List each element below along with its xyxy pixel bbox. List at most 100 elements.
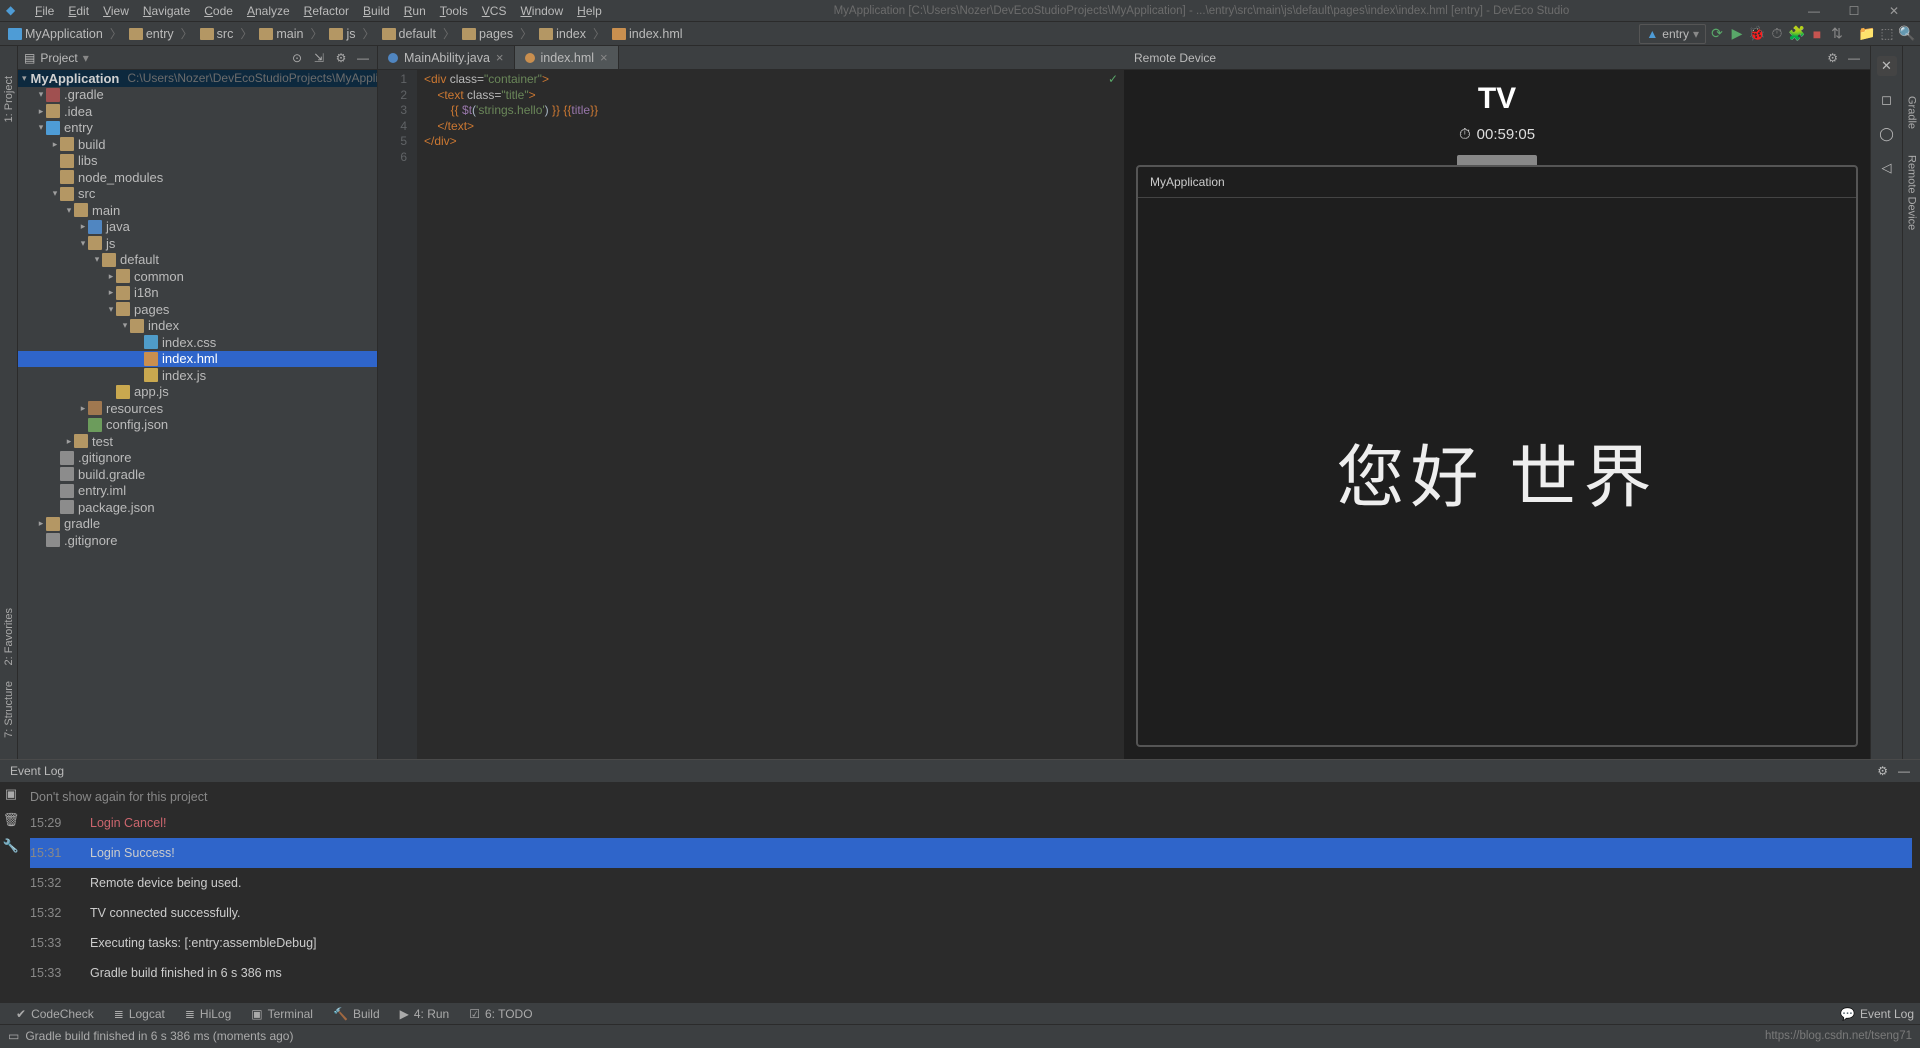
preview-gear-icon[interactable]: ⚙	[1827, 51, 1838, 65]
structure-tool-tab[interactable]: 7: Structure	[3, 673, 15, 746]
menu-window[interactable]: Window	[513, 0, 570, 22]
search-icon[interactable]: 🔍	[1898, 25, 1916, 43]
bottom-tab-6-todo[interactable]: ☑6: TODO	[459, 1007, 542, 1021]
event-log-gear-icon[interactable]: ⚙	[1877, 764, 1888, 778]
menu-analyze[interactable]: Analyze	[240, 0, 297, 22]
tree-node[interactable]: node_modules	[18, 169, 377, 186]
event-log-row[interactable]: 15:31Login Success!	[30, 838, 1912, 868]
tree-node[interactable]: ▾main	[18, 202, 377, 219]
attach-icon[interactable]: 🧩	[1788, 25, 1806, 43]
tree-node[interactable]: entry.iml	[18, 483, 377, 500]
event-log-filter-icon[interactable]: ▣	[5, 786, 17, 802]
run-icon[interactable]: ▶	[1728, 25, 1746, 43]
event-log-tab[interactable]: 💬 Event Log	[1840, 1007, 1914, 1021]
tree-node[interactable]: .gitignore	[18, 450, 377, 467]
event-log-list[interactable]: Don't show again for this project 15:29L…	[22, 782, 1920, 1002]
tree-node[interactable]: libs	[18, 153, 377, 170]
tree-node[interactable]: ▾entry	[18, 120, 377, 137]
event-log-wrench-icon[interactable]: 🔧	[3, 838, 19, 854]
breadcrumb-item[interactable]: entry	[125, 27, 178, 41]
breadcrumb-item[interactable]: MyApplication	[4, 27, 107, 41]
tree-node[interactable]: ▸common	[18, 268, 377, 285]
breadcrumb-item[interactable]: js	[325, 27, 359, 41]
event-log-hide-icon[interactable]: —	[1898, 764, 1910, 778]
menu-file[interactable]: File	[28, 0, 61, 22]
breadcrumb-item[interactable]: main	[255, 27, 307, 41]
gear-icon[interactable]: ⚙	[333, 50, 349, 66]
breadcrumb-item[interactable]: pages	[458, 27, 517, 41]
minimize-button[interactable]: —	[1794, 0, 1834, 22]
tree-node[interactable]: ▸test	[18, 433, 377, 450]
device-circle-icon[interactable]: ◯	[1877, 124, 1897, 144]
project-view-label[interactable]: Project	[40, 51, 77, 65]
tab-close-icon[interactable]: ×	[600, 50, 608, 65]
device-square-icon[interactable]: ◻	[1877, 90, 1897, 110]
breadcrumb-item[interactable]: index	[535, 27, 590, 41]
favorites-tool-tab[interactable]: 2: Favorites	[3, 600, 15, 673]
bottom-tab-hilog[interactable]: ≣HiLog	[175, 1007, 241, 1021]
tree-node[interactable]: ▾js	[18, 235, 377, 252]
tree-node[interactable]: index.hml	[18, 351, 377, 368]
bottom-tab-codecheck[interactable]: ✔CodeCheck	[6, 1007, 104, 1021]
profile-icon[interactable]: ⏱	[1768, 25, 1786, 43]
menu-edit[interactable]: Edit	[61, 0, 96, 22]
close-button[interactable]: ✕	[1874, 0, 1914, 22]
menu-build[interactable]: Build	[356, 0, 397, 22]
project-tree[interactable]: ▾MyApplicationC:\Users\Nozer\DevEcoStudi…	[18, 70, 377, 759]
gradle-tool-tab[interactable]: Gradle	[1906, 86, 1918, 139]
tree-node[interactable]: ▾pages	[18, 301, 377, 318]
tree-node[interactable]: index.js	[18, 367, 377, 384]
tree-node[interactable]: package.json	[18, 499, 377, 516]
tree-node[interactable]: app.js	[18, 384, 377, 401]
bottom-tab-4-run[interactable]: ▶4: Run	[390, 1007, 460, 1021]
maximize-button[interactable]: ☐	[1834, 0, 1874, 22]
menu-refactor[interactable]: Refactor	[297, 0, 356, 22]
tab-close-icon[interactable]: ×	[496, 50, 504, 65]
tree-node[interactable]: build.gradle	[18, 466, 377, 483]
hide-panel-icon[interactable]: —	[355, 50, 371, 66]
breadcrumb-item[interactable]: index.hml	[608, 27, 687, 41]
sync-icon[interactable]: ⇅	[1828, 25, 1846, 43]
stop-icon[interactable]: ■	[1808, 25, 1826, 43]
menu-code[interactable]: Code	[197, 0, 240, 22]
tree-node[interactable]: ▾index	[18, 318, 377, 335]
project-tool-tab[interactable]: 1: Project	[3, 66, 15, 132]
event-log-row[interactable]: 15:33Executing tasks: [:entry:assembleDe…	[30, 928, 1912, 958]
tree-node[interactable]: ▾.gradle	[18, 87, 377, 104]
menu-navigate[interactable]: Navigate	[136, 0, 197, 22]
open-icon[interactable]: 📁	[1858, 25, 1876, 43]
preview-hide-icon[interactable]: —	[1848, 51, 1860, 65]
tree-node[interactable]: ▸java	[18, 219, 377, 236]
menu-tools[interactable]: Tools	[433, 0, 475, 22]
sdk-icon[interactable]: ⬚	[1878, 25, 1896, 43]
tree-node[interactable]: ▸i18n	[18, 285, 377, 302]
bottom-tab-build[interactable]: 🔨Build	[323, 1007, 390, 1021]
device-triangle-icon[interactable]: ◁	[1877, 158, 1897, 178]
editor-tab[interactable]: index.hml×	[515, 46, 619, 69]
tree-node[interactable]: ▾src	[18, 186, 377, 203]
bottom-tab-terminal[interactable]: ▣Terminal	[241, 1007, 323, 1021]
tree-node[interactable]: ▸gradle	[18, 516, 377, 533]
breadcrumb-item[interactable]: default	[378, 27, 441, 41]
event-log-delete-icon[interactable]: 🗑	[3, 812, 20, 828]
tree-node[interactable]: config.json	[18, 417, 377, 434]
tree-node[interactable]: ▸resources	[18, 400, 377, 417]
breadcrumb-item[interactable]: src	[196, 27, 238, 41]
locate-icon[interactable]: ⊙	[289, 50, 305, 66]
collapse-icon[interactable]: ⇲	[311, 50, 327, 66]
editor-tab[interactable]: MainAbility.java×	[378, 46, 515, 69]
tree-root[interactable]: ▾MyApplicationC:\Users\Nozer\DevEcoStudi…	[18, 70, 377, 87]
event-log-row[interactable]: 15:29Login Cancel!	[30, 808, 1912, 838]
menu-help[interactable]: Help	[570, 0, 609, 22]
menu-vcs[interactable]: VCS	[475, 0, 514, 22]
event-log-row[interactable]: 15:32TV connected successfully.	[30, 898, 1912, 928]
menu-run[interactable]: Run	[397, 0, 433, 22]
tree-node[interactable]: ▾default	[18, 252, 377, 269]
device-close-icon[interactable]: ✕	[1877, 56, 1897, 76]
code-editor[interactable]: 123456 <div class="container"> <text cla…	[378, 70, 1124, 759]
remote-device-tool-tab[interactable]: Remote Device	[1906, 145, 1918, 240]
tree-node[interactable]: ▸build	[18, 136, 377, 153]
event-log-row[interactable]: 15:32Remote device being used.	[30, 868, 1912, 898]
bottom-tab-logcat[interactable]: ≣Logcat	[104, 1007, 175, 1021]
code-content[interactable]: <div class="container"> <text class="tit…	[418, 70, 1124, 759]
